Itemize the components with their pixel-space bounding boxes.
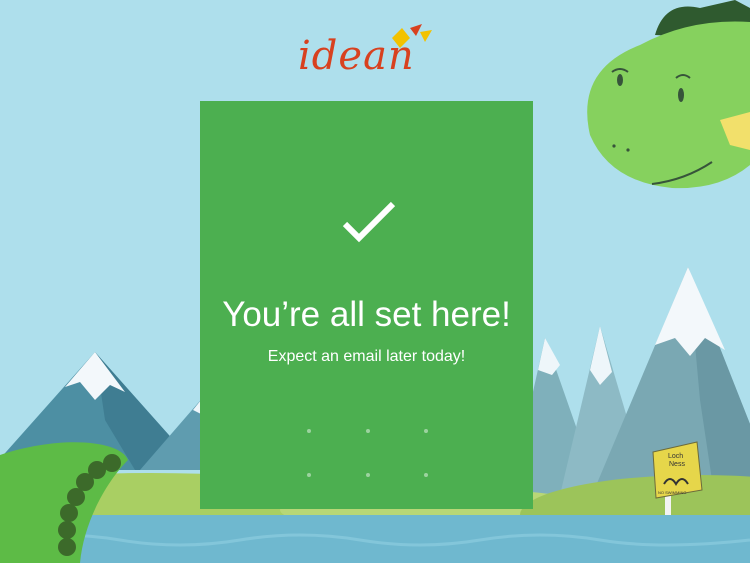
sign-line2: Ness <box>669 461 685 468</box>
lake <box>0 515 750 563</box>
checkmark-icon <box>342 201 396 243</box>
logo-arrows-icon <box>392 24 432 48</box>
dot-grid-decoration <box>295 419 441 485</box>
idean-logo: idean <box>296 22 446 78</box>
dot <box>424 473 428 477</box>
dot <box>307 473 311 477</box>
sign-footer: NO SWIMMING <box>658 490 686 495</box>
confirmation-card: You’re all set here! Expect an email lat… <box>200 101 533 509</box>
success-subline: Expect an email later today! <box>267 348 466 365</box>
dot <box>307 429 311 433</box>
success-headline: You’re all set here! <box>222 295 511 334</box>
sign-line1: Loch <box>668 453 683 460</box>
dot <box>424 429 428 433</box>
dot <box>366 429 370 433</box>
dot <box>366 473 370 477</box>
